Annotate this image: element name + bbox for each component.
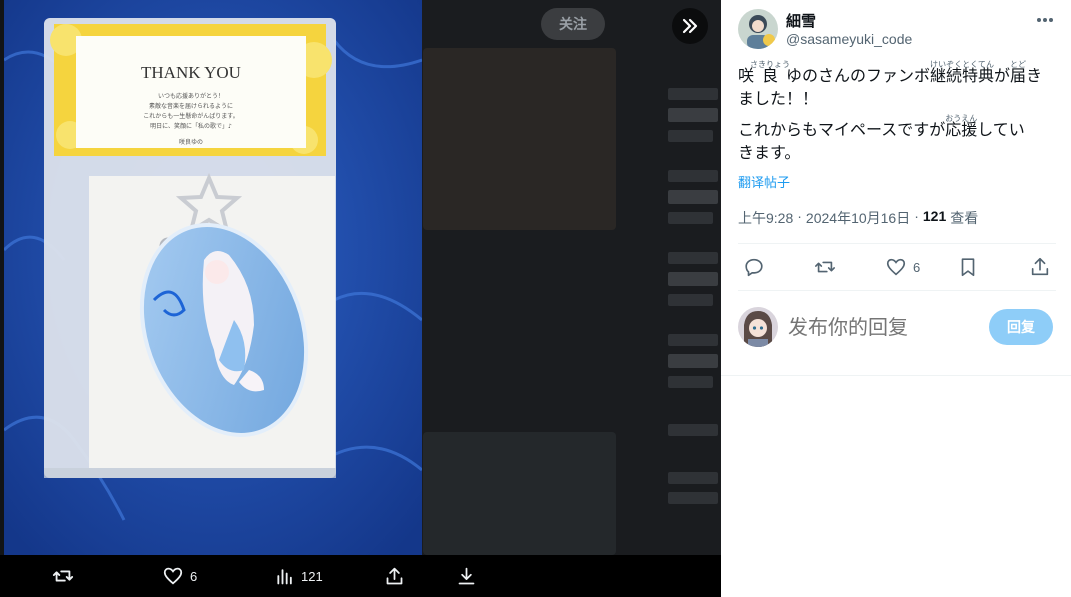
media-view-count: 121 [301,568,323,584]
divider [738,290,1056,291]
background-follow-button: 关注 [541,8,605,40]
retweet-icon [52,570,74,582]
card-line: いつも応援ありがとう！ [158,92,224,100]
tweet-time[interactable]: 上午9:28 [738,208,793,228]
download-icon [458,567,475,584]
card-line: 素敵な音楽を届けられるように [149,102,233,110]
divider [738,243,1056,244]
like-count: 6 [913,259,921,275]
tweet-text: 咲良さきりょうゆのさんのファンボ継続特典けいぞくとくてんが届とどき ました！！ … [738,60,1060,165]
share-action-button[interactable] [1029,255,1051,279]
translate-post-link[interactable]: 翻译帖子 [738,172,790,191]
bookmark-icon [961,258,975,277]
card-line: これからも一生懸命がんばります。 [143,112,238,120]
analytics-icon [277,569,292,585]
reply-bubble-icon [745,258,763,277]
card-line: 明日に、笑顔に「私の歌で」♪ [150,122,232,130]
collapse-panel-button[interactable] [672,8,708,44]
tweet-photo[interactable]: THANK YOU いつも応援ありがとう！ 素敵な音楽を届けられるように これか… [4,0,422,555]
more-dots-icon [1037,18,1053,22]
media-like-count: 6 [190,568,198,584]
reply-action-button[interactable] [743,255,765,279]
heart-icon [886,258,906,276]
more-options-button[interactable] [1033,10,1057,30]
card-signature: 咲良ゆの [179,138,203,146]
meta-separator: · [797,208,802,224]
background-image-card [423,48,616,230]
media-like-button[interactable]: 6 [162,555,197,597]
avatar[interactable] [738,9,778,49]
view-count: 121 [922,208,947,224]
card-title: THANK YOU [141,63,241,82]
bookmark-action-button[interactable] [957,255,979,279]
display-name[interactable]: 細雪 [786,10,816,31]
current-user-avatar-image [738,307,778,347]
user-handle[interactable]: @sasameyuki_code [786,31,912,47]
media-views-button[interactable]: 121 [275,555,323,597]
share-icon [386,567,403,584]
reply-submit-button[interactable]: 回复 [989,309,1053,345]
heart-icon [163,567,183,585]
current-user-avatar[interactable] [738,307,778,347]
tweet-detail-panel: 細雪 @sasameyuki_code 咲良さきりょうゆのさんのファンボ継続特典… [721,0,1071,597]
tweet-text-line: これからもマイペースですが応援おうえんしてい [738,114,1025,139]
tweet-date[interactable]: 2024年10月16日 [806,208,910,228]
media-share-button[interactable] [384,555,405,597]
reply-input[interactable] [788,313,978,343]
media-viewer: 关注 私信 [0,0,721,597]
views-label: 查看 [950,210,979,226]
divider [721,375,1071,376]
like-action-button[interactable]: 6 [885,255,920,279]
background-image-card [423,432,616,555]
media-retweet-button[interactable] [52,555,74,597]
tweet-text-line: きます。 [738,145,801,162]
meta-separator: · [914,208,919,224]
tweet-meta: 上午9:28 · 2024年10月16日 · 121 查看 [738,208,978,228]
media-action-bar: 6 121 [0,555,721,597]
background-timeline [421,0,721,597]
double-chevron-right-icon [682,18,698,34]
tweet-text-line: ました！！ [738,91,819,108]
retweet-action-button[interactable] [814,255,836,279]
retweet-icon [815,261,835,273]
user-avatar-image [738,9,778,49]
tweet-text-line: 咲良さきりょうゆのさんのファンボ継続特典けいぞくとくてんが届とどき [738,60,1043,85]
media-download-button[interactable] [456,555,477,597]
share-icon [1031,257,1049,276]
